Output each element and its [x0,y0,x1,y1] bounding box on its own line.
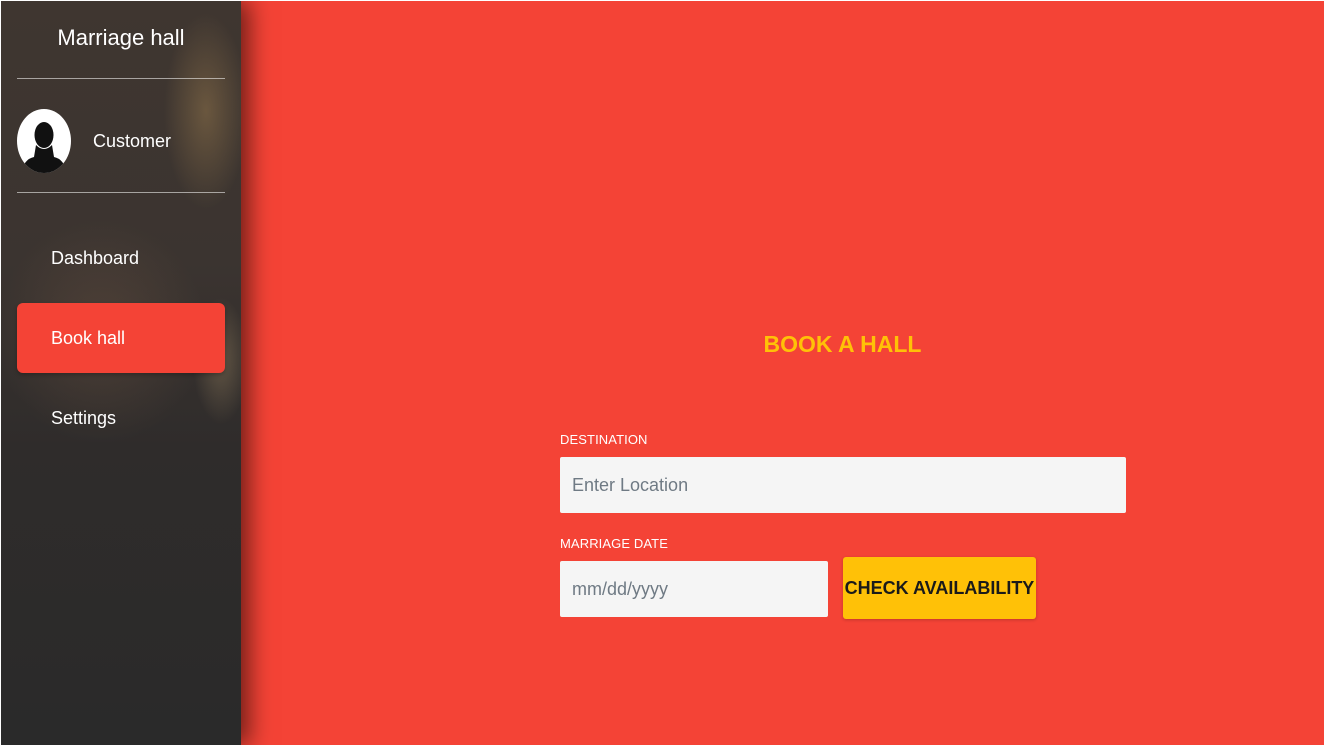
sidebar-item-label: Settings [51,407,117,428]
sidebar-item-label: Book hall [51,327,126,348]
check-availability-button[interactable]: CHECK AVAILABILITY [843,557,1036,619]
sidebar-divider [17,78,225,79]
sidebar-nav: Dashboard Book hall Settings [17,223,225,463]
sidebar-item-book-hall[interactable]: Book hall [17,303,225,373]
sidebar-item-label: Dashboard [51,247,140,268]
destination-input[interactable] [560,457,1126,513]
user-profile[interactable]: Customer [17,109,171,173]
user-silhouette-icon [21,122,67,173]
brand-title: Marriage hall [57,25,185,50]
marriage-date-input[interactable] [560,561,828,617]
profile-name: Customer [93,130,172,151]
sidebar-item-settings[interactable]: Settings [17,383,225,453]
sidebar-item-dashboard[interactable]: Dashboard [17,223,225,293]
main-content: BOOK A HALL DESTINATION MARRIAGE DATE CH… [241,1,1324,745]
form-title: BOOK A HALL [763,331,922,357]
marriage-date-label: MARRIAGE DATE [560,536,668,551]
sidebar: Marriage hall Customer Dashboard Book ha… [1,1,241,745]
app-root: Marriage hall Customer Dashboard Book ha… [1,1,1324,745]
avatar[interactable] [17,109,71,173]
destination-label: DESTINATION [560,432,648,447]
sidebar-divider [17,192,225,193]
